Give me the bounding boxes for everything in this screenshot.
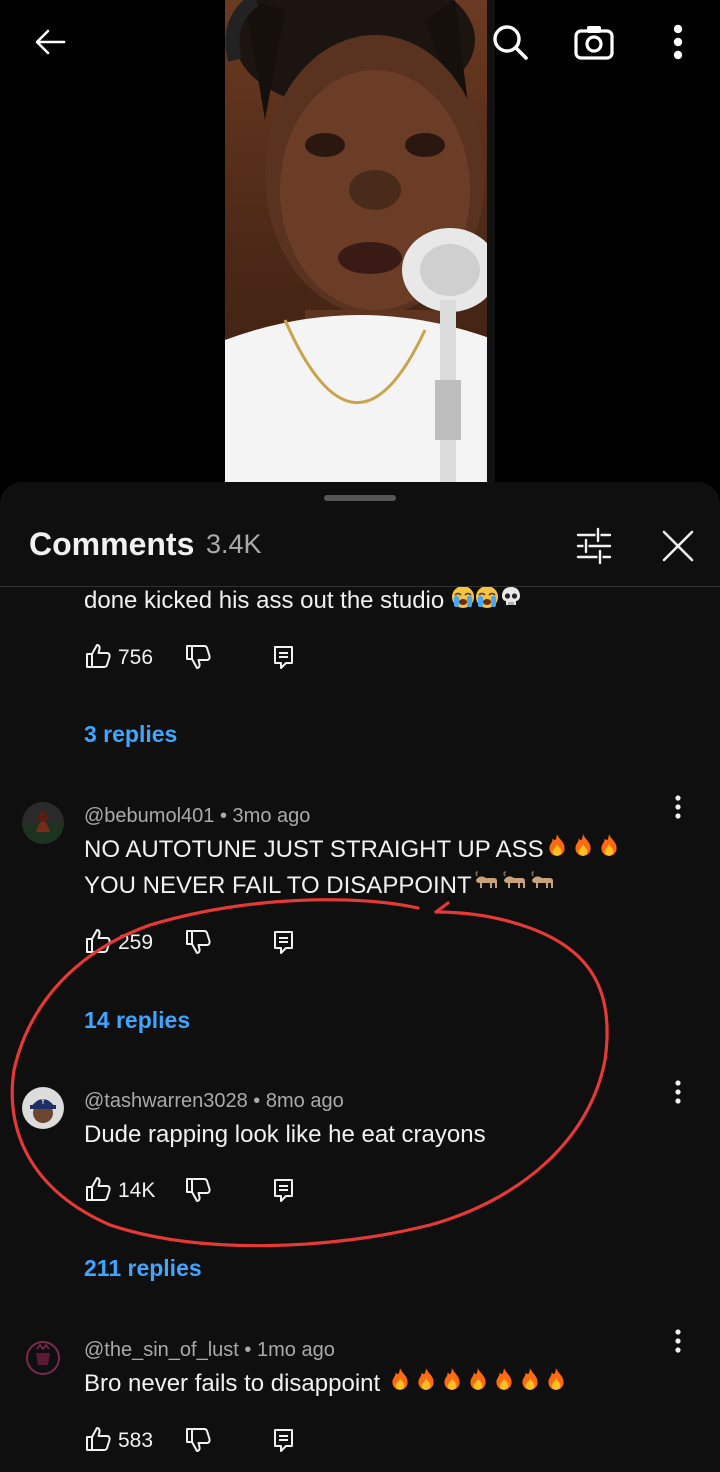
reply-comment-icon [272,931,296,959]
comment-time: 8mo ago [265,1090,344,1112]
comment-author[interactable]: @bebumol401 [84,805,214,827]
like-count: 583 [118,1429,154,1452]
thumbs-up-icon [84,1425,112,1458]
meta-separator: • [219,805,227,827]
comments-sheet: Comments 3.4K done kicked his ass out th… [0,482,720,1472]
comment-actions: 756 [84,641,324,675]
drag-handle[interactable] [324,495,396,501]
filter-sort-icon[interactable] [572,524,616,573]
like-count: 259 [118,931,154,954]
view-replies-link[interactable]: 211 replies [84,1255,202,1282]
reply-button[interactable] [272,1427,296,1458]
avatar[interactable]: Y [22,1087,64,1129]
comment-actions: 14K [84,1174,324,1208]
comments-title: Comments [29,526,195,562]
comment-text-line-1: NO AUTOTUNE JUST STRAIGHT UP ASS [84,832,622,869]
fire-icon [491,1366,517,1403]
comment-author[interactable]: @the_sin_of_lust [84,1339,239,1361]
fire-icon [439,1366,465,1403]
like-button[interactable]: 756 [84,641,153,675]
comment-body: done kicked his ass out the studio [84,587,445,614]
comment-more-icon[interactable] [666,1077,690,1107]
comment-body: Bro never fails to disappoint [84,1370,381,1397]
video-frame-image [225,0,495,482]
comment-meta: @bebumol401 • 3mo ago [84,805,310,828]
comments-count: 3.4K [206,529,262,559]
comment-text: Dude rapping look like he eat crayons [84,1121,486,1148]
dislike-button[interactable] [184,1426,212,1459]
comment-author[interactable]: @tashwarren3028 [84,1090,248,1112]
meta-separator: • [253,1090,261,1112]
fire-icon [543,1366,569,1403]
close-icon[interactable] [656,524,700,573]
comment-meta: @the_sin_of_lust • 1mo ago [84,1339,335,1362]
video-player[interactable] [0,0,720,482]
like-button[interactable]: 583 [84,1424,153,1458]
fire-icon [544,832,570,869]
search-icon[interactable] [488,20,532,64]
comment-more-icon[interactable] [666,1326,690,1356]
comment-text: done kicked his ass out the studio [84,587,523,620]
thumbs-down-icon [184,930,212,960]
reply-button[interactable] [272,644,296,675]
comment-body: NO AUTOTUNE JUST STRAIGHT UP ASS [84,836,544,863]
fire-icon [570,832,596,869]
fire-icon [387,1366,413,1403]
dislike-button[interactable] [184,1176,212,1209]
like-count: 756 [118,646,154,669]
like-count: 14K [118,1179,156,1202]
thumbs-up-icon [84,1175,112,1208]
svg-text:Y: Y [40,1097,46,1106]
comment-text-line-2: YOU NEVER FAIL TO DISAPPOINT [84,868,556,905]
more-vert-icon[interactable] [656,20,700,64]
comment-meta: @tashwarren3028 • 8mo ago [84,1090,344,1113]
thumbs-down-icon [184,645,212,675]
comment-more-icon[interactable] [666,792,690,822]
back-arrow-icon[interactable] [28,20,72,64]
loudly-crying-face-icon [475,587,499,620]
thumbs-up-icon [84,642,112,675]
avatar[interactable] [22,802,64,844]
fire-icon [465,1366,491,1403]
comment-actions: 583 [84,1424,324,1458]
comment-body: YOU NEVER FAIL TO DISAPPOINT [84,872,472,899]
dislike-button[interactable] [184,928,212,961]
dislike-button[interactable] [184,643,212,676]
fire-icon [517,1366,543,1403]
thumbs-down-icon [184,1428,212,1458]
skull-icon [499,587,523,620]
reply-button[interactable] [272,929,296,960]
reply-comment-icon [272,646,296,674]
reply-comment-icon [272,1429,296,1457]
goat-icon [500,869,528,905]
comment-time: 3mo ago [232,805,311,827]
comment-list[interactable]: done kicked his ass out the studio 756 3… [0,587,720,1472]
goat-icon [472,869,500,905]
comment-actions: 259 [84,926,324,960]
video-frame[interactable] [225,0,495,482]
fire-icon [596,832,622,869]
thumbs-down-icon [184,1178,212,1208]
like-button[interactable]: 259 [84,926,153,960]
comment-time: 1mo ago [256,1339,335,1361]
avatar[interactable] [22,1337,64,1379]
view-replies-link[interactable]: 14 replies [84,1007,190,1034]
thumbs-up-icon [84,927,112,960]
like-button[interactable]: 14K [84,1174,155,1208]
comments-header: Comments 3.4K [0,512,720,586]
camera-icon[interactable] [572,20,616,64]
meta-separator: • [244,1339,252,1361]
reply-comment-icon [272,1179,296,1207]
view-replies-link[interactable]: 3 replies [84,721,177,748]
goat-icon [528,869,556,905]
fire-icon [413,1366,439,1403]
reply-button[interactable] [272,1177,296,1208]
loudly-crying-face-icon [451,587,475,620]
comment-text: Bro never fails to disappoint [84,1366,569,1403]
